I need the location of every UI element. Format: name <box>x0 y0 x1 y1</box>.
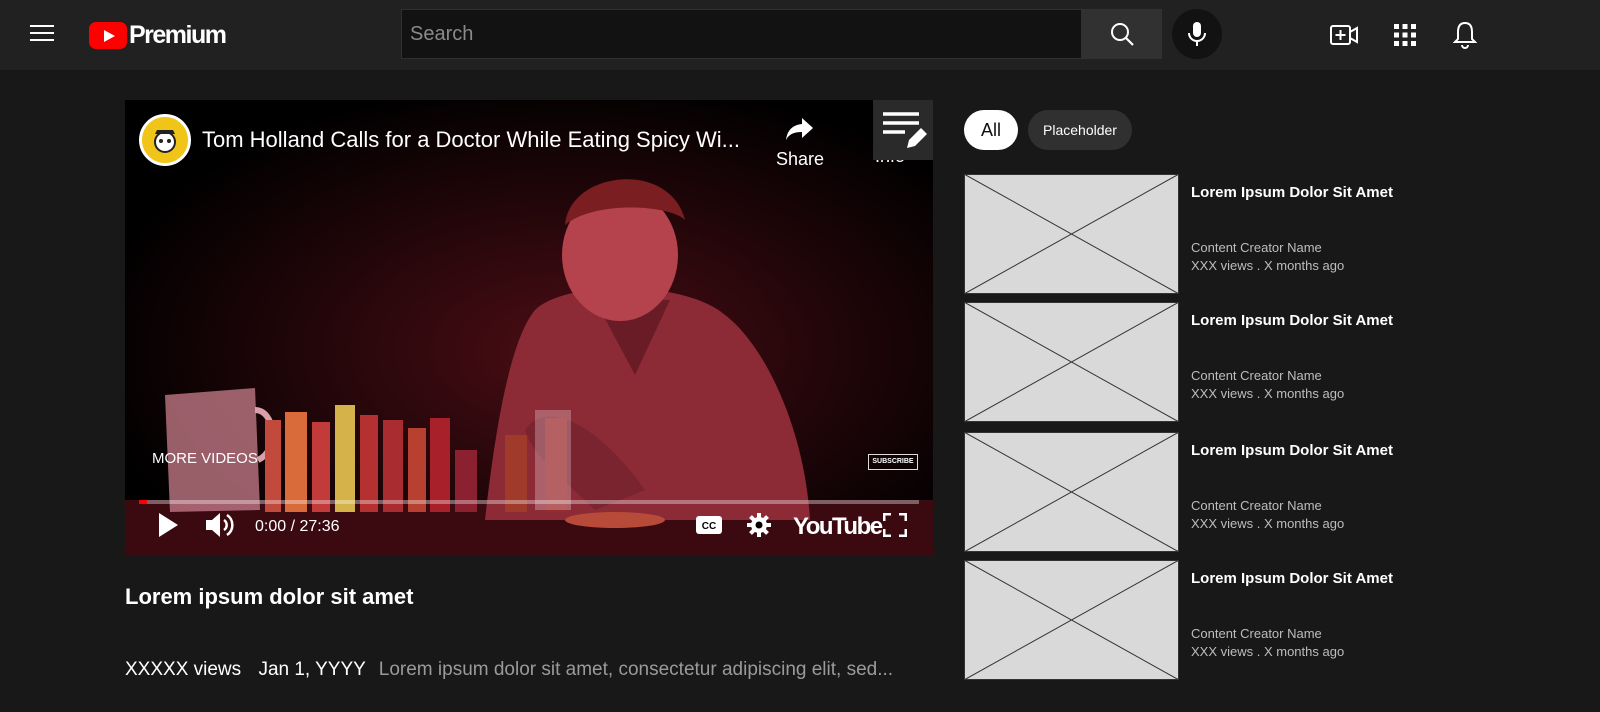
share-label: Share <box>775 149 825 169</box>
subscribe-watermark[interactable]: SUBSCRIBE <box>868 454 918 470</box>
recommendation-title: Lorem Ipsum Dolor Sit Amet <box>1191 442 1393 459</box>
thumbnail-placeholder-image <box>964 174 1179 294</box>
menu-icon[interactable] <box>30 20 58 48</box>
thumbnail-placeholder-image <box>964 302 1179 422</box>
recommendation-stats: XXX views . X months ago <box>1191 258 1345 273</box>
channel-avatar[interactable] <box>139 114 191 166</box>
settings-icon <box>747 513 771 537</box>
settings-button[interactable] <box>743 510 775 540</box>
svg-text:CC: CC <box>702 521 716 532</box>
share-button[interactable]: Share <box>770 116 830 170</box>
video-meta[interactable]: XXXXX views Jan 1, YYYY Lorem ipsum dolo… <box>125 659 893 681</box>
share-icon <box>786 118 813 140</box>
recommendation-item[interactable]: Lorem Ipsum Dolor Sit Amet Content Creat… <box>964 560 1564 680</box>
playlist-edit-icon <box>883 112 927 148</box>
recommendation-stats: XXX views . X months ago <box>1191 386 1345 401</box>
youtube-play-logo-icon <box>89 21 127 49</box>
search-button[interactable] <box>1081 9 1162 59</box>
recommendation-channel: Content Creator Name <box>1191 626 1322 641</box>
video-title: Lorem ipsum dolor sit amet <box>125 584 414 609</box>
chip-placeholder[interactable]: Placeholder <box>1028 110 1132 150</box>
apps-icon[interactable] <box>1388 18 1422 52</box>
recommendation-channel: Content Creator Name <box>1191 240 1322 255</box>
search-input[interactable] <box>402 10 1082 58</box>
recommendation-item[interactable]: Lorem Ipsum Dolor Sit Amet Content Creat… <box>964 174 1564 294</box>
search-box <box>401 9 1082 59</box>
captions-icon: CC <box>696 516 722 534</box>
recommendation-item[interactable]: Lorem Ipsum Dolor Sit Amet Content Creat… <box>964 302 1564 422</box>
time-display: 0:00 / 27:36 <box>255 518 340 535</box>
youtube-wordmark-button[interactable]: YouTube <box>793 513 883 541</box>
fullscreen-button[interactable] <box>880 510 910 540</box>
upload-date: Jan 1, YYYY <box>258 659 366 680</box>
fullscreen-icon <box>883 513 907 537</box>
youtube-premium-logo[interactable]: Premium <box>89 20 227 50</box>
recommendation-channel: Content Creator Name <box>1191 368 1322 383</box>
view-count: XXXXX views <box>125 659 242 680</box>
recommendation-title: Lorem Ipsum Dolor Sit Amet <box>1191 570 1393 587</box>
recommendation-stats: XXX views . X months ago <box>1191 644 1345 659</box>
thumbnail-placeholder-image <box>964 432 1179 552</box>
recommendation-channel: Content Creator Name <box>1191 498 1322 513</box>
recommendation-item[interactable]: Lorem Ipsum Dolor Sit Amet Content Creat… <box>964 432 1564 552</box>
play-button[interactable] <box>153 510 183 540</box>
voice-search-button[interactable] <box>1172 9 1222 59</box>
recommendation-title: Lorem Ipsum Dolor Sit Amet <box>1191 312 1393 329</box>
play-icon <box>159 513 178 537</box>
create-video-icon[interactable] <box>1327 18 1361 52</box>
volume-button[interactable] <box>203 510 237 540</box>
volume-icon <box>206 513 234 537</box>
captions-button[interactable]: CC <box>693 510 725 540</box>
chip-all[interactable]: All <box>964 110 1018 150</box>
player-video-title[interactable]: Tom Holland Calls for a Doctor While Eat… <box>202 127 762 153</box>
hot-ones-logo-icon <box>147 122 183 158</box>
video-player[interactable]: Tom Holland Calls for a Doctor While Eat… <box>125 100 933 555</box>
video-description[interactable]: Lorem ipsum dolor sit amet, consectetur … <box>379 659 893 680</box>
recommendation-stats: XXX views . X months ago <box>1191 516 1345 531</box>
playlist-edit-button[interactable] <box>873 100 933 160</box>
notifications-icon[interactable] <box>1448 18 1482 52</box>
search-icon <box>1110 23 1134 46</box>
top-header: Premium <box>0 0 1600 70</box>
thumbnail-placeholder-image <box>964 560 1179 680</box>
progress-bar[interactable] <box>139 500 919 504</box>
more-videos-button[interactable]: MORE VIDEOS <box>152 450 258 467</box>
logo-text: Premium <box>129 20 227 49</box>
mic-icon <box>1188 22 1206 46</box>
recommendation-title: Lorem Ipsum Dolor Sit Amet <box>1191 184 1393 201</box>
progress-fill <box>139 500 147 504</box>
